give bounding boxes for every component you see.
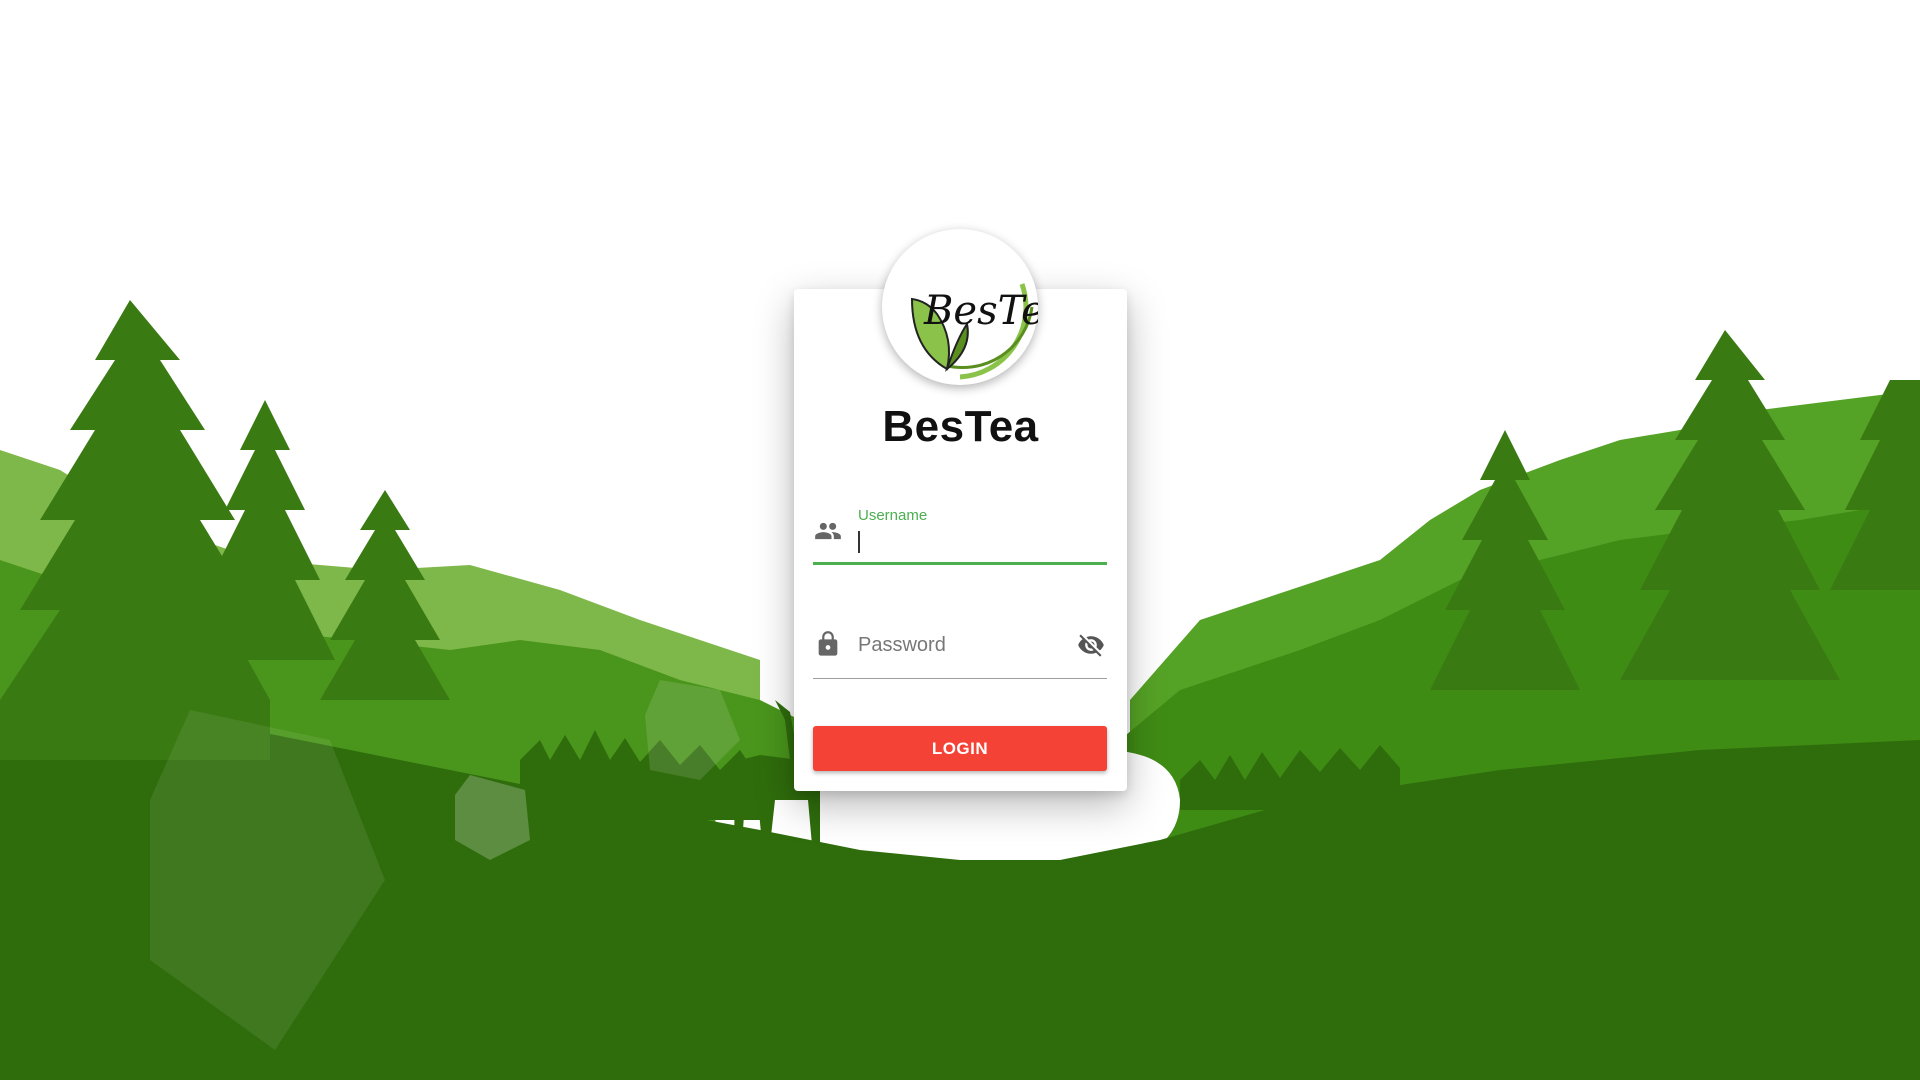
password-input[interactable] xyxy=(856,629,1068,661)
login-button[interactable]: LOGIN xyxy=(813,726,1107,771)
username-label: Username xyxy=(858,507,928,524)
eye-off-icon[interactable] xyxy=(1077,631,1105,659)
brand-logo: BesTea xyxy=(882,229,1038,385)
text-caret xyxy=(858,531,860,553)
password-underline xyxy=(813,678,1107,679)
username-input[interactable] xyxy=(856,526,1108,558)
people-icon xyxy=(815,522,841,540)
logo-wordmark: BesTea xyxy=(923,288,1038,334)
brand-title: BesTea xyxy=(882,402,1039,451)
username-underline xyxy=(813,562,1107,565)
lock-icon xyxy=(818,631,838,656)
tea-leaf-logo-icon: BesTea xyxy=(892,239,1038,380)
